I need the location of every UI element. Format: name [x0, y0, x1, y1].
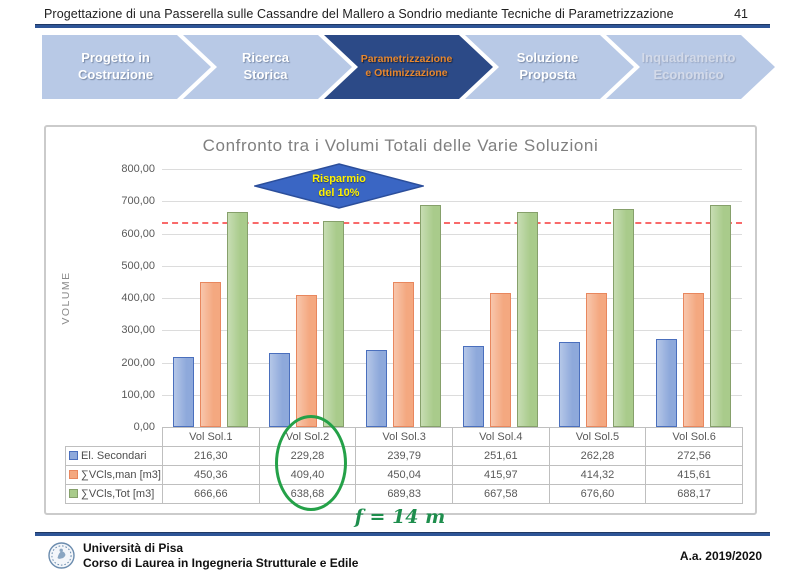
table-row: ∑VCls,man [m3]450,36409,40450,04415,9741…: [66, 466, 743, 485]
nav-step-label: Parametrizzazione e Ottimizzazione: [335, 53, 483, 80]
table-header-row: Vol Sol.1Vol Sol.2Vol Sol.3Vol Sol.4Vol …: [66, 428, 743, 447]
table-cell: 450,04: [356, 466, 453, 485]
bar-series1-cat1: [173, 357, 194, 427]
slide-header: Progettazione di una Passerella sulle Ca…: [0, 0, 800, 23]
bar-series1-cat6: [656, 339, 677, 427]
bar-series3-cat1: [227, 212, 248, 427]
table-cell: 239,79: [356, 447, 453, 466]
table-cell: 688,17: [646, 485, 743, 504]
course-name: Corso di Laurea in Ingegneria Struttural…: [83, 556, 358, 570]
legend-swatch-icon: [69, 470, 78, 479]
slide: Progettazione di una Passerella sulle Ca…: [0, 0, 800, 572]
bar-series2-cat5: [586, 293, 607, 427]
university-name: Università di Pisa: [83, 541, 358, 555]
bar-group-vol-sol-6: [645, 169, 742, 427]
table-row: El. Secondari216,30229,28239,79251,61262…: [66, 447, 743, 466]
bar-series1-cat2: [269, 353, 290, 427]
table-cell: 414,32: [549, 466, 646, 485]
section-nav: Progetto in Costruzione Ricerca Storica …: [0, 35, 800, 99]
table-row: ∑VCls,Tot [m3]666,66638,68689,83667,5867…: [66, 485, 743, 504]
formula-text: f = 14 m: [0, 505, 800, 529]
academic-year: A.a. 2019/2020: [680, 549, 762, 563]
bar-series2-cat3: [393, 282, 414, 427]
table-cell: 676,60: [549, 485, 646, 504]
nav-step-progetto: Progetto in Costruzione: [42, 35, 211, 99]
bar-series1-cat3: [366, 350, 387, 427]
legend-swatch-icon: [69, 489, 78, 498]
header-divider: [35, 24, 770, 28]
bar-group-vol-sol-4: [452, 169, 549, 427]
nav-step-label: Soluzione Proposta: [491, 50, 608, 84]
nav-step-label: Ricerca Storica: [216, 50, 319, 84]
bar-series3-cat3: [420, 205, 441, 427]
bar-series1-cat5: [559, 342, 580, 427]
nav-step-label: Progetto in Costruzione: [70, 50, 183, 84]
category-header: Vol Sol.4: [452, 428, 549, 447]
legend-swatch-icon: [69, 451, 78, 460]
chart-data-table: Vol Sol.1Vol Sol.2Vol Sol.3Vol Sol.4Vol …: [65, 427, 743, 504]
bar-series2-cat4: [490, 293, 511, 427]
y-tick-label: 600,00: [121, 228, 155, 240]
y-tick-label: 400,00: [121, 292, 155, 304]
slide-title: Progettazione di una Passerella sulle Ca…: [44, 7, 674, 21]
bar-series1-cat4: [463, 346, 484, 427]
table-cell: 667,58: [452, 485, 549, 504]
table-cell: 415,97: [452, 466, 549, 485]
table-cell: 262,28: [549, 447, 646, 466]
y-tick-label: 800,00: [121, 163, 155, 175]
table-cell: 689,83: [356, 485, 453, 504]
bar-group-vol-sol-1: [162, 169, 259, 427]
nav-step-label: Inquadramento Economico: [616, 50, 766, 84]
bar-series2-cat2: [296, 295, 317, 427]
bar-group-vol-sol-5: [549, 169, 646, 427]
category-header: Vol Sol.5: [549, 428, 646, 447]
bar-series2-cat6: [683, 293, 704, 427]
chart-panel: Confronto tra i Volumi Totali delle Vari…: [44, 125, 757, 515]
table-cell: 216,30: [163, 447, 260, 466]
bar-series3-cat4: [517, 212, 538, 427]
bar-series3-cat6: [710, 205, 731, 427]
legend-cell: El. Secondari: [66, 447, 163, 466]
table-corner-cell: [66, 428, 163, 447]
plot-area: [162, 169, 742, 427]
y-tick-label: 500,00: [121, 260, 155, 272]
table-cell: 415,61: [646, 466, 743, 485]
y-tick-label: 200,00: [121, 357, 155, 369]
unipi-logo: [48, 542, 75, 569]
table-cell: 450,36: [163, 466, 260, 485]
table-cell: 272,56: [646, 447, 743, 466]
bar-series2-cat1: [200, 282, 221, 427]
page-number: 41: [734, 7, 748, 21]
table-cell: 251,61: [452, 447, 549, 466]
category-header: Vol Sol.6: [646, 428, 743, 447]
savings-callout-text: Risparmio del 10%: [254, 163, 424, 209]
slide-footer: Università di Pisa Corso di Laurea in In…: [0, 536, 800, 570]
category-header: Vol Sol.1: [163, 428, 260, 447]
bar-series3-cat2: [323, 221, 344, 427]
y-tick-label: 700,00: [121, 195, 155, 207]
bar-series3-cat5: [613, 209, 634, 427]
table-cell: 666,66: [163, 485, 260, 504]
savings-callout: Risparmio del 10%: [254, 163, 424, 209]
highlight-ellipse: [275, 415, 347, 511]
y-tick-label: 100,00: [121, 389, 155, 401]
category-header: Vol Sol.3: [356, 428, 453, 447]
legend-cell: ∑VCls,man [m3]: [66, 466, 163, 485]
y-axis: 0,00100,00200,00300,00400,00500,00600,00…: [46, 169, 155, 427]
chart-title: Confronto tra i Volumi Totali delle Vari…: [46, 136, 755, 156]
y-tick-label: 300,00: [121, 324, 155, 336]
legend-cell: ∑VCls,Tot [m3]: [66, 485, 163, 504]
